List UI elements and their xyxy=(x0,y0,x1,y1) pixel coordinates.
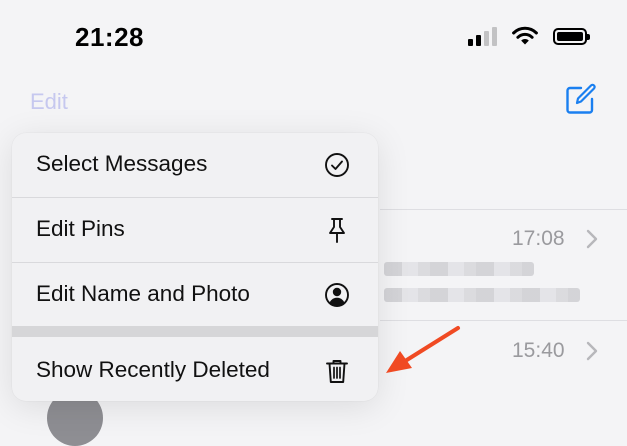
redacted-preview xyxy=(384,262,534,276)
menu-item-label: Show Recently Deleted xyxy=(36,357,270,382)
message-time: 15:40 xyxy=(512,339,565,362)
menu-item-select-messages[interactable]: Select Messages xyxy=(12,133,378,197)
chevron-right-icon xyxy=(586,229,598,249)
menu-item-edit-name-and-photo[interactable]: Edit Name and Photo xyxy=(12,263,378,326)
menu-item-label: Edit Name and Photo xyxy=(36,281,250,306)
message-time: 17:08 xyxy=(512,227,565,250)
person-circle-icon xyxy=(325,283,349,307)
menu-item-label: Select Messages xyxy=(36,151,208,176)
menu-item-show-recently-deleted[interactable]: Show Recently Deleted xyxy=(12,337,378,401)
checkmark-circle-icon xyxy=(325,153,349,177)
chevron-right-icon xyxy=(586,341,598,361)
list-divider xyxy=(380,209,627,210)
pin-icon xyxy=(329,218,345,243)
edit-context-menu: Select Messages Edit Pins Edit Name and … xyxy=(12,133,378,401)
menu-item-edit-pins[interactable]: Edit Pins xyxy=(12,198,378,262)
annotation-arrow-icon xyxy=(386,326,460,373)
menu-group-separator xyxy=(12,326,378,337)
trash-icon xyxy=(326,360,348,383)
redacted-preview xyxy=(384,288,580,302)
menu-item-label: Edit Pins xyxy=(36,216,125,241)
